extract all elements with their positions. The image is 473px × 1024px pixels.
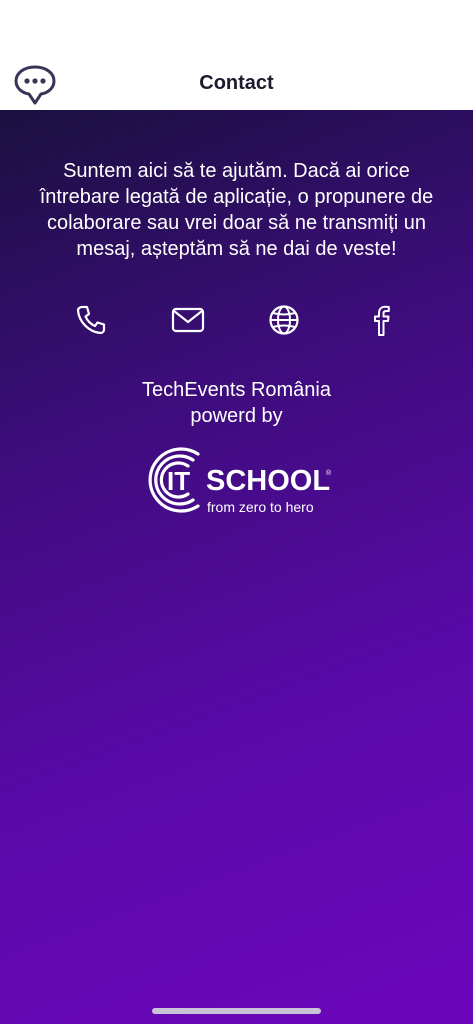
phone-icon[interactable] <box>73 302 109 338</box>
brand-block: TechEvents România powerd by <box>0 377 473 429</box>
globe-icon[interactable] <box>266 302 302 338</box>
page-title: Contact <box>199 72 274 94</box>
intro-text: Suntem aici să te ajutăm. Dacă ai orice … <box>39 160 434 260</box>
it-school-logo: IT SCHOOL ® from zero to hero <box>148 447 332 515</box>
logo-school-text: SCHOOL <box>206 465 330 497</box>
contact-icons-row <box>0 302 473 342</box>
logo-registered-mark: ® <box>326 469 332 477</box>
powered-by-label: powerd by <box>190 405 283 427</box>
logo-it-text: IT <box>167 466 190 496</box>
facebook-icon[interactable] <box>363 302 399 338</box>
home-indicator[interactable] <box>152 1008 321 1014</box>
logo-tagline: from zero to hero <box>207 499 314 515</box>
app-name: TechEvents România <box>142 379 331 401</box>
app-header: Contact <box>0 0 473 110</box>
mail-icon[interactable] <box>170 302 206 338</box>
contact-content: Suntem aici să te ajutăm. Dacă ai orice … <box>0 110 473 1024</box>
